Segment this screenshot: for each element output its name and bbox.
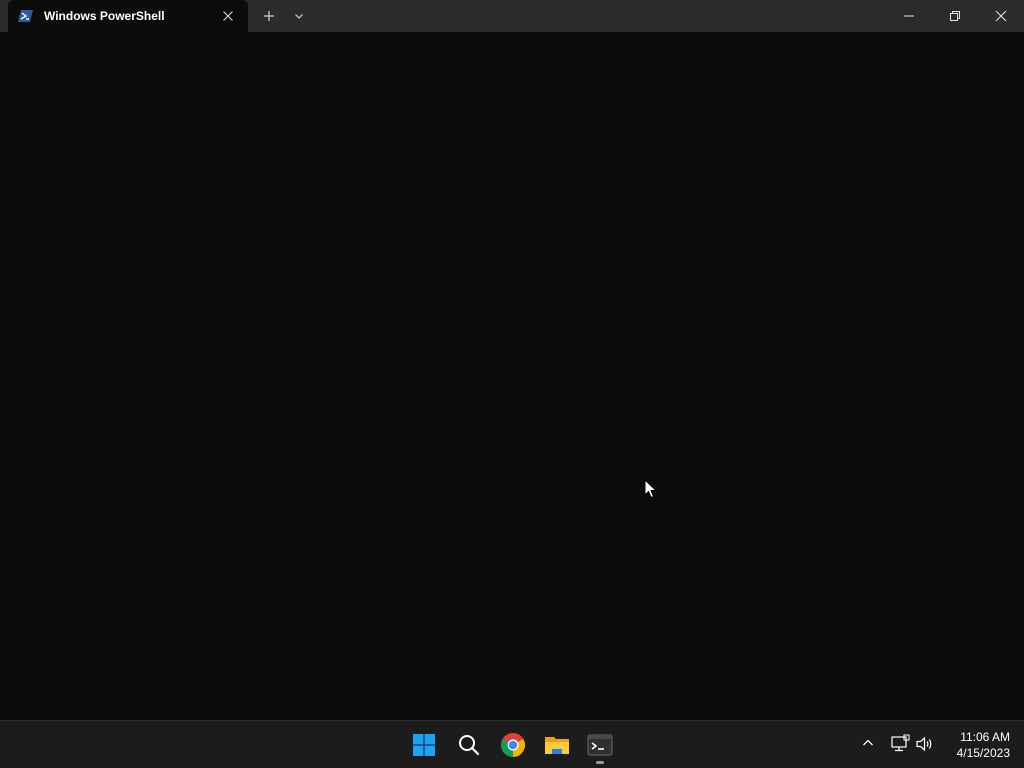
new-tab-plus-icon[interactable] [261, 8, 277, 24]
terminal-taskbar-button[interactable] [584, 729, 616, 761]
close-icon [995, 10, 1007, 22]
mouse-cursor-icon [644, 478, 658, 504]
chevron-down-icon[interactable] [291, 8, 307, 24]
chrome-taskbar-button[interactable] [497, 729, 529, 761]
restore-button[interactable] [932, 0, 978, 32]
clock-time: 11:06 AM [960, 730, 1010, 744]
file-explorer-taskbar-button[interactable] [541, 729, 573, 761]
search-button[interactable] [453, 729, 485, 761]
terminal-pane[interactable] [0, 32, 1024, 720]
powershell-icon [18, 8, 34, 24]
chrome-icon [500, 733, 526, 757]
minimize-icon [904, 15, 914, 17]
clock-date: 4/15/2023 [956, 746, 1010, 760]
chevron-up-icon[interactable] [860, 735, 876, 751]
start-icon [413, 734, 435, 756]
tab-windows-powershell[interactable]: Windows PowerShell [8, 0, 248, 32]
restore-icon [950, 11, 960, 21]
network-icon[interactable] [890, 734, 910, 754]
start-button[interactable] [408, 729, 440, 761]
tab-title: Windows PowerShell [44, 9, 165, 23]
running-indicator [596, 761, 604, 764]
clock[interactable]: 11:06 AM 4/15/2023 [944, 729, 1010, 761]
taskbar: 11:06 AM 4/15/2023 [0, 720, 1024, 768]
minimize-button[interactable] [886, 0, 932, 32]
terminal-icon [587, 734, 613, 756]
volume-icon[interactable] [915, 734, 935, 754]
search-icon [459, 735, 480, 756]
close-tab-icon[interactable] [220, 8, 236, 24]
close-window-button[interactable] [978, 0, 1024, 32]
title-bar: Windows PowerShell [0, 0, 1024, 32]
file-explorer-icon [545, 737, 569, 754]
